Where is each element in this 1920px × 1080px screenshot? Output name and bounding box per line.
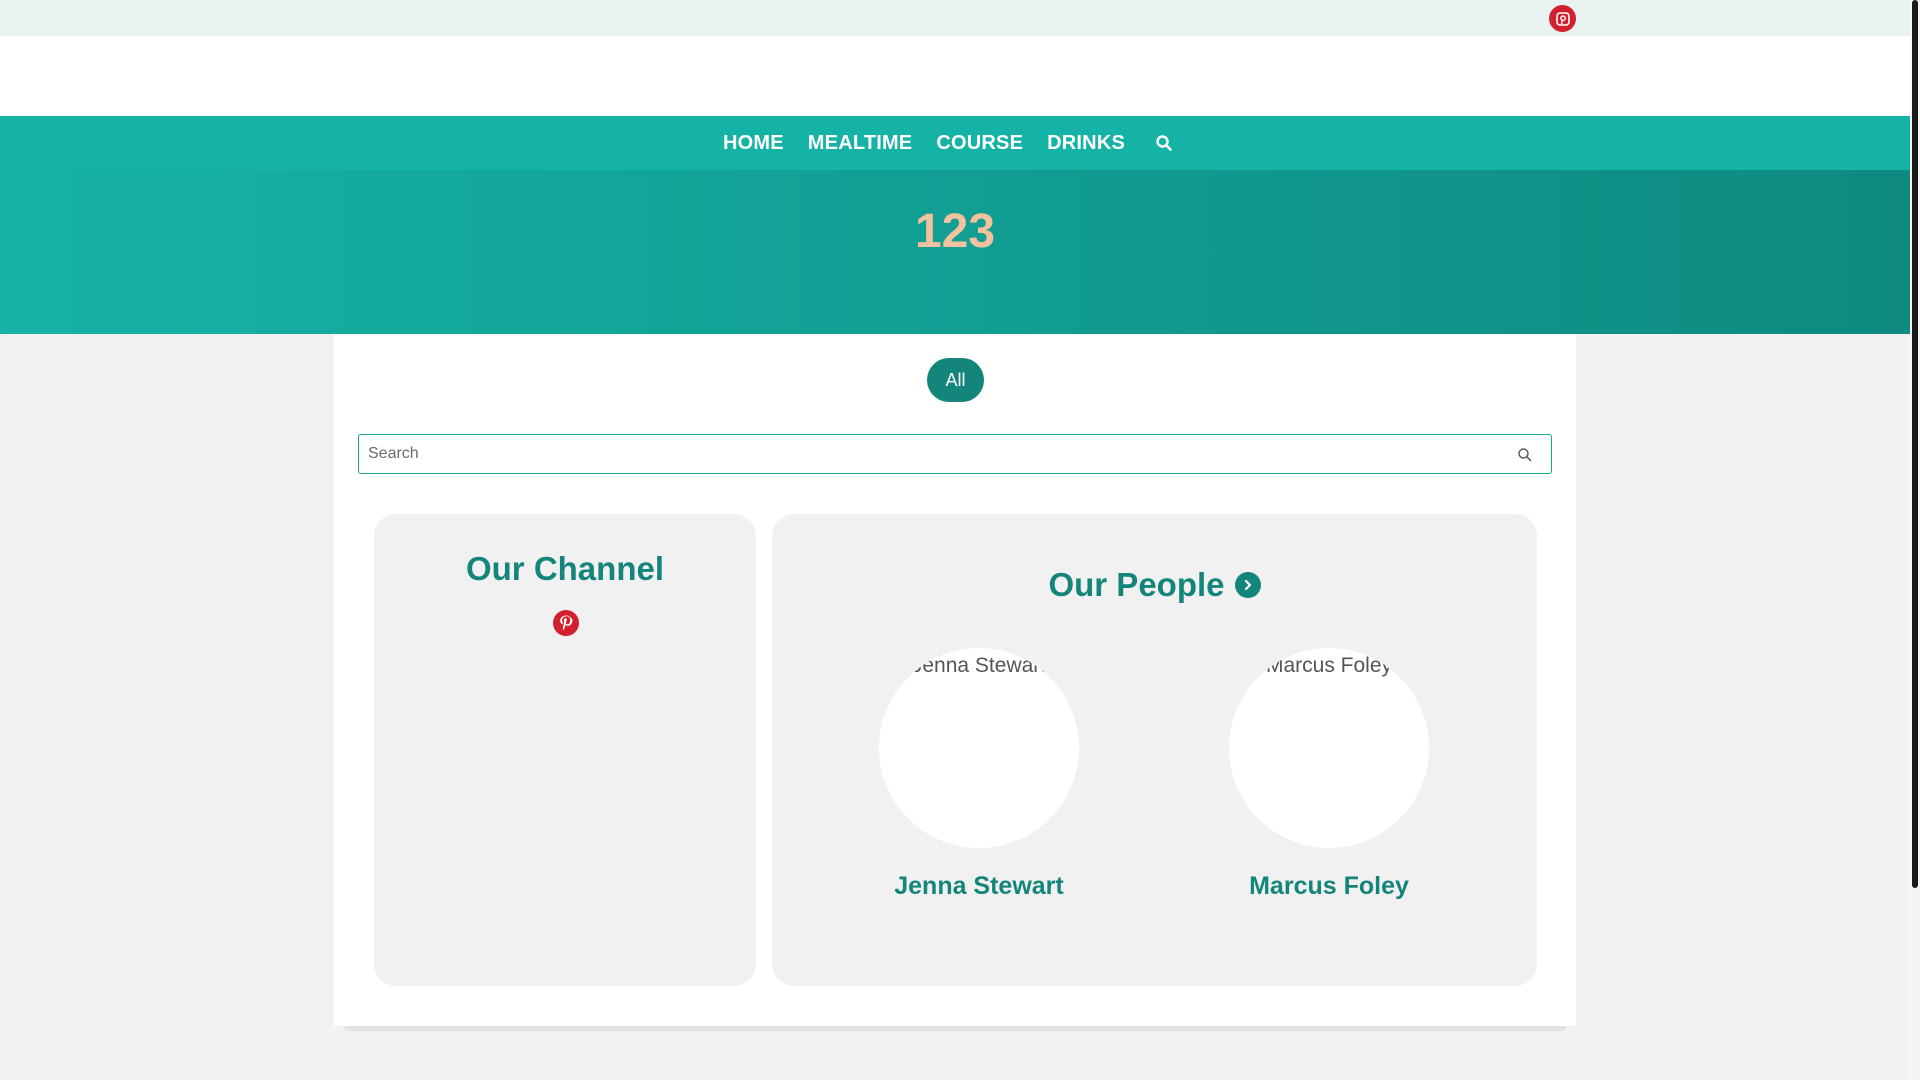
people-card: Our People Jenna Stewart Jenna Stewart M… (772, 514, 1537, 986)
avatar-alt-text: Jenna Stewart (911, 654, 1047, 677)
main-nav: HOME MEALTIME COURSE DRINKS (0, 116, 1910, 170)
person-name[interactable]: Jenna Stewart (879, 872, 1079, 901)
chevron-right-icon[interactable] (1234, 572, 1261, 598)
nav-search-button[interactable] (1137, 134, 1191, 152)
nav-drinks[interactable]: DRINKS (1035, 132, 1137, 155)
main-content: All Our Channel Our People Jenna Stewart… (334, 334, 1576, 1026)
person-card[interactable]: Jenna Stewart Jenna Stewart (879, 648, 1079, 901)
avatar[interactable]: Jenna Stewart (879, 648, 1079, 848)
channel-card: Our Channel (374, 514, 756, 986)
people-heading[interactable]: Our People (772, 566, 1537, 604)
avatar[interactable]: Marcus Foley (1229, 648, 1429, 848)
avatar-alt-text: Marcus Foley (1265, 654, 1393, 677)
top-bar (0, 0, 1910, 36)
page-title: 123 (914, 205, 996, 258)
search-icon[interactable] (1517, 447, 1533, 463)
nav-mealtime[interactable]: MEALTIME (796, 132, 925, 155)
content-shadow (344, 1026, 1566, 1031)
person-card[interactable]: Marcus Foley Marcus Foley (1229, 648, 1429, 901)
hero-banner: 123 (0, 170, 1910, 334)
pinterest-icon[interactable] (1549, 5, 1576, 32)
nav-course[interactable]: COURSE (924, 132, 1035, 155)
search-icon (1156, 135, 1172, 151)
scrollbar-thumb[interactable] (1912, 0, 1918, 888)
filter-all-button[interactable]: All (927, 358, 984, 402)
channel-title: Our Channel (465, 550, 665, 587)
search-box (358, 434, 1552, 474)
page-scrollbar[interactable] (1910, 0, 1920, 1080)
people-title[interactable]: Our People (1048, 566, 1224, 604)
pinterest-icon[interactable] (553, 610, 579, 636)
site-header (0, 36, 1910, 116)
search-input[interactable] (359, 435, 1509, 473)
person-name[interactable]: Marcus Foley (1229, 872, 1429, 901)
nav-home[interactable]: HOME (711, 132, 796, 155)
